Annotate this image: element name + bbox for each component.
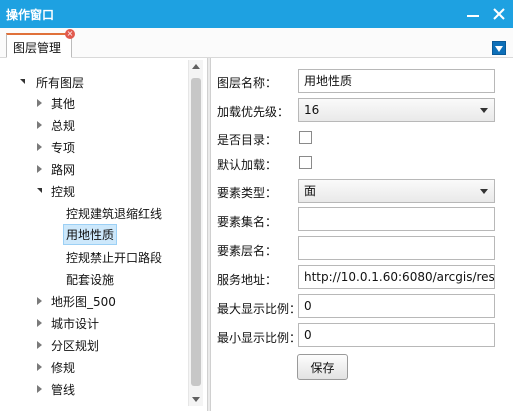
tree-node-label: 控规建筑退缩红线 [66,206,163,221]
tree-node-topographic[interactable]: 地形图_500 [37,291,116,311]
tab-label: 图层管理 [13,41,62,55]
tree-node-detailed-plan[interactable]: 修规 [37,357,75,377]
tab-menu-button[interactable] [492,41,506,55]
layer-tree: 所有图层 其他 总规 专项 路网 控规 控规建筑退缩红线 用地性质 控规禁止开口… [0,58,207,411]
content-area: 所有图层 其他 总规 专项 路网 控规 控规建筑退缩红线 用地性质 控规禁止开口… [0,58,513,411]
tree-node-label: 管线 [51,382,76,397]
tree-leaf-no-opening-roads[interactable]: 控规禁止开口路段 [66,247,162,267]
layer-name-input[interactable]: 用地性质 [298,69,495,93]
collapsed-arrow-icon[interactable] [37,99,42,107]
tree-node-road-network[interactable]: 路网 [37,159,75,179]
min-scale-label: 最小显示比例： [217,331,302,345]
feature-set-input[interactable] [298,207,495,231]
service-url-input[interactable]: http://10.0.1.60:6080/arcgis/rest/servic… [298,265,495,289]
tree-node-label: 配套设施 [66,272,115,287]
close-button[interactable] [488,3,510,25]
tree-leaf-land-use[interactable]: 用地性质 [63,224,118,245]
collapsed-arrow-icon[interactable] [37,319,42,327]
tree-node-label: 控规禁止开口路段 [66,250,163,265]
tree-scrollbar[interactable] [188,60,203,406]
load-priority-select[interactable]: 16 [298,98,495,122]
tree-node-root[interactable]: 所有图层 [20,72,84,92]
layer-name-value: 用地性质 [304,74,353,88]
tree-node-master-plan[interactable]: 总规 [37,115,75,135]
expanded-arrow-icon[interactable] [20,79,25,84]
feature-layer-label: 要素层名： [217,244,278,258]
tree-leaf-facilities[interactable]: 配套设施 [66,269,114,289]
load-priority-value: 16 [304,103,320,117]
tree-node-label: 分区规划 [51,338,100,353]
min-scale-value: 0 [304,328,312,342]
feature-type-select[interactable]: 面 [298,179,495,203]
tree-node-label: 控规 [51,184,76,199]
collapsed-arrow-icon[interactable] [37,165,42,173]
save-button[interactable]: 保存 [297,354,348,380]
default-load-label: 默认加载： [217,158,278,172]
collapsed-arrow-icon[interactable] [37,363,42,371]
tree-leaf-setback-redline[interactable]: 控规建筑退缩红线 [66,203,162,223]
scroll-down-icon[interactable] [192,397,200,402]
service-url-value: http://10.0.1.60:6080/arcgis/rest/servic… [304,270,495,284]
scroll-up-icon[interactable] [192,64,200,69]
window-title: 操作窗口 [6,8,55,22]
tree-node-label: 所有图层 [36,75,85,90]
scrollbar-thumb[interactable] [191,78,201,386]
tree-node-label: 用地性质 [66,228,115,242]
tree-node-label: 城市设计 [51,316,100,331]
tree-node-district-plan[interactable]: 分区规划 [37,335,99,355]
load-priority-label: 加载优先级： [217,105,290,119]
layer-name-label: 图层名称： [217,76,278,90]
expanded-arrow-icon[interactable] [37,188,42,193]
window-titlebar: 操作窗口 [0,0,513,28]
collapsed-arrow-icon[interactable] [37,143,42,151]
tree-node-urban-design[interactable]: 城市设计 [37,313,99,333]
is-directory-label: 是否目录： [217,133,278,147]
default-load-checkbox[interactable] [299,156,312,169]
tree-node-label: 修规 [51,360,76,375]
chevron-down-icon [480,189,488,194]
tree-node-regulatory[interactable]: 控规 [37,181,75,201]
collapsed-arrow-icon[interactable] [37,385,42,393]
tree-node-other[interactable]: 其他 [37,93,75,113]
tree-node-pipelines[interactable]: 管线 [37,379,75,399]
service-url-label: 服务地址： [217,273,278,287]
dropdown-arrow-icon [495,46,503,52]
tab-layer-management[interactable]: 图层管理 × [6,29,75,58]
tree-node-label: 其他 [51,96,76,111]
minimize-icon [467,15,479,17]
feature-set-label: 要素集名： [217,215,278,229]
tree-node-label: 专项 [51,140,76,155]
close-icon [493,8,505,20]
tree-node-special[interactable]: 专项 [37,137,75,157]
collapsed-arrow-icon[interactable] [37,297,42,305]
max-scale-label: 最大显示比例： [217,302,302,316]
tree-node-label: 地形图_500 [51,294,116,309]
is-directory-checkbox[interactable] [299,131,312,144]
max-scale-value: 0 [304,299,312,313]
tab-strip: 图层管理 × [0,28,513,58]
tab-close-icon[interactable]: × [65,29,75,39]
minimize-button[interactable] [462,3,484,25]
chevron-down-icon [480,108,488,113]
feature-type-label: 要素类型： [217,186,278,200]
collapsed-arrow-icon[interactable] [37,341,42,349]
min-scale-input[interactable]: 0 [298,323,495,347]
max-scale-input[interactable]: 0 [298,294,495,318]
layer-properties-form: 图层名称： 用地性质 加载优先级： 16 是否目录： 默认加载： 要素类型： 面… [211,58,513,411]
collapsed-arrow-icon[interactable] [37,121,42,129]
feature-type-value: 面 [304,184,317,198]
tree-node-label: 总规 [51,118,76,133]
tree-node-label: 路网 [51,162,76,177]
feature-layer-input[interactable] [298,236,495,260]
